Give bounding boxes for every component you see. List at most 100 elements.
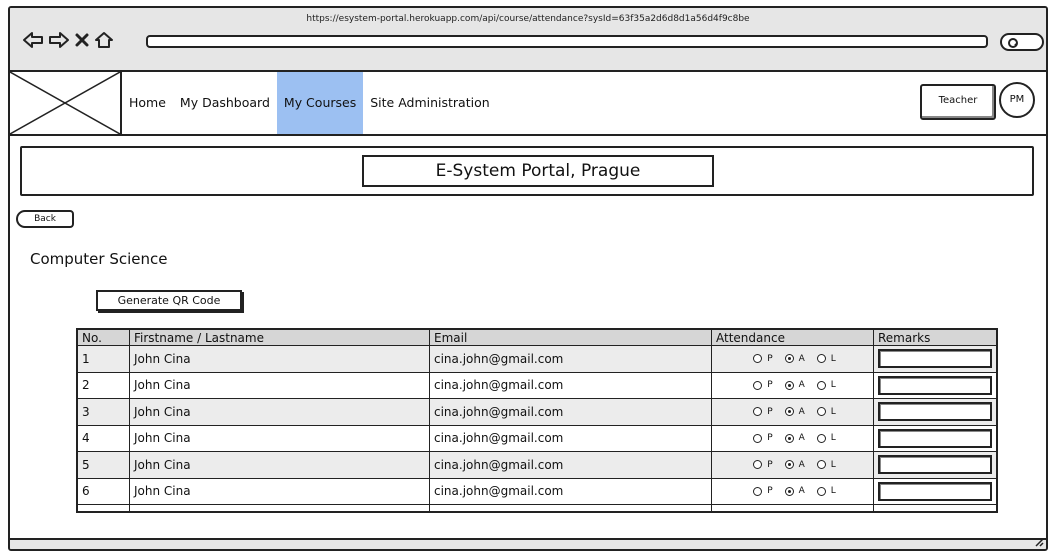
radio-label: P xyxy=(767,406,773,417)
attendance-option-a[interactable]: A xyxy=(784,353,805,364)
column-header-no: No. xyxy=(78,330,130,345)
radio-button[interactable] xyxy=(753,380,763,390)
radio-button[interactable] xyxy=(784,380,794,390)
attendance-option-p[interactable]: P xyxy=(753,380,773,390)
row-number: 6 xyxy=(78,478,130,504)
radio-button[interactable] xyxy=(753,354,763,364)
remarks-input[interactable] xyxy=(878,375,992,395)
table-header-row: No. Firstname / Lastname Email Attendanc… xyxy=(78,330,996,346)
table-row: 1 John Cina cina.john@gmail.com P A L xyxy=(78,346,996,373)
avatar[interactable]: PM xyxy=(999,82,1035,118)
row-number: 3 xyxy=(78,399,130,425)
course-title: Computer Science xyxy=(30,250,168,268)
resize-handle-icon[interactable] xyxy=(1034,532,1044,549)
row-number: 2 xyxy=(78,372,130,398)
nav-my-dashboard[interactable]: My Dashboard xyxy=(173,72,277,134)
row-number: 1 xyxy=(78,346,130,372)
attendance-radio-group: PAL xyxy=(716,407,873,417)
radio-button[interactable] xyxy=(784,460,794,470)
radio-button[interactable] xyxy=(753,486,763,496)
close-icon[interactable] xyxy=(74,31,90,49)
radio-button[interactable] xyxy=(784,354,794,364)
attendance-option-l[interactable]: L xyxy=(816,354,836,364)
attendance-option-a[interactable]: A xyxy=(784,433,805,443)
generate-qr-button[interactable]: Generate QR Code xyxy=(96,290,242,311)
radio-button[interactable] xyxy=(784,407,794,417)
radio-button[interactable] xyxy=(816,380,826,390)
radio-label: A xyxy=(798,459,805,470)
url-text: https://esystem-portal.herokuapp.com/api… xyxy=(306,14,750,24)
table-row: 3 John Cina cina.john@gmail.com P A L xyxy=(78,399,996,426)
radio-button[interactable] xyxy=(753,460,763,470)
remarks-input[interactable] xyxy=(878,428,992,448)
radio-button[interactable] xyxy=(816,407,826,417)
attendance-option-p[interactable]: P xyxy=(753,406,773,417)
column-header-remarks: Remarks xyxy=(878,330,931,345)
attendance-option-a[interactable]: A xyxy=(784,486,805,496)
attendance-option-l[interactable]: L xyxy=(816,406,836,417)
attendance-option-p[interactable]: P xyxy=(753,433,773,443)
attendance-option-a[interactable]: A xyxy=(784,380,805,390)
radio-button[interactable] xyxy=(753,433,763,443)
attendance-radio-group: PAL xyxy=(716,433,873,443)
radio-label: L xyxy=(830,459,836,470)
back-button[interactable]: Back xyxy=(16,210,74,228)
radio-button[interactable] xyxy=(816,460,826,470)
attendance-cell: PAL xyxy=(712,399,874,425)
radio-button[interactable] xyxy=(816,433,826,443)
role-button[interactable]: Teacher xyxy=(920,84,996,120)
table-row: 5 John Cina cina.john@gmail.com P A L xyxy=(78,452,996,479)
radio-label: A xyxy=(798,353,805,364)
radio-label: P xyxy=(767,459,773,470)
remarks-cell xyxy=(874,479,996,505)
home-icon[interactable] xyxy=(94,31,114,49)
remarks-cell xyxy=(874,346,996,372)
remarks-input[interactable] xyxy=(878,349,992,369)
student-email: cina.john@gmail.com xyxy=(430,399,712,425)
column-header-email: Email xyxy=(430,330,712,345)
remarks-cell xyxy=(874,426,996,452)
radio-button[interactable] xyxy=(784,486,794,496)
attendance-option-p[interactable]: P xyxy=(753,486,773,497)
attendance-radio-group: PAL xyxy=(716,460,873,470)
radio-button[interactable] xyxy=(784,433,794,443)
search-button[interactable] xyxy=(1000,33,1044,51)
remarks-input[interactable] xyxy=(878,455,992,475)
student-name: John Cina xyxy=(130,425,430,451)
attendance-option-l[interactable]: L xyxy=(816,433,836,443)
address-bar[interactable] xyxy=(146,35,988,48)
attendance-option-p[interactable]: P xyxy=(753,354,773,364)
forward-arrow-icon[interactable] xyxy=(48,31,70,49)
portal-banner: E-System Portal, Prague xyxy=(20,146,1034,196)
attendance-option-p[interactable]: P xyxy=(753,459,773,470)
attendance-option-a[interactable]: A xyxy=(784,459,805,470)
attendance-cell: PAL xyxy=(712,478,874,504)
radio-label: L xyxy=(830,380,836,391)
attendance-option-l[interactable]: L xyxy=(816,459,836,470)
radio-label: A xyxy=(798,406,805,417)
nav-my-courses[interactable]: My Courses xyxy=(276,72,364,134)
row-number: 4 xyxy=(78,425,130,451)
back-arrow-icon[interactable] xyxy=(22,31,44,49)
radio-label: L xyxy=(830,486,836,497)
remarks-input[interactable] xyxy=(878,402,992,422)
radio-button[interactable] xyxy=(816,486,826,496)
student-email: cina.john@gmail.com xyxy=(430,346,712,372)
nav-home[interactable]: Home xyxy=(122,72,173,134)
attendance-option-l[interactable]: L xyxy=(816,486,836,497)
remarks-input[interactable] xyxy=(878,481,992,501)
attendance-cell: PAL xyxy=(712,425,874,451)
student-email: cina.john@gmail.com xyxy=(430,425,712,451)
radio-label: P xyxy=(767,486,773,497)
attendance-cell: PAL xyxy=(712,346,874,372)
radio-button[interactable] xyxy=(753,407,763,417)
attendance-option-l[interactable]: L xyxy=(816,380,836,391)
attendance-option-a[interactable]: A xyxy=(784,406,805,417)
student-email: cina.john@gmail.com xyxy=(430,452,712,478)
student-email: cina.john@gmail.com xyxy=(430,372,712,398)
nav-site-administration[interactable]: Site Administration xyxy=(363,72,496,134)
radio-label: L xyxy=(830,406,836,417)
browser-chrome: https://esystem-portal.herokuapp.com/api… xyxy=(10,8,1046,72)
student-name: John Cina xyxy=(130,399,430,425)
radio-button[interactable] xyxy=(816,354,826,364)
